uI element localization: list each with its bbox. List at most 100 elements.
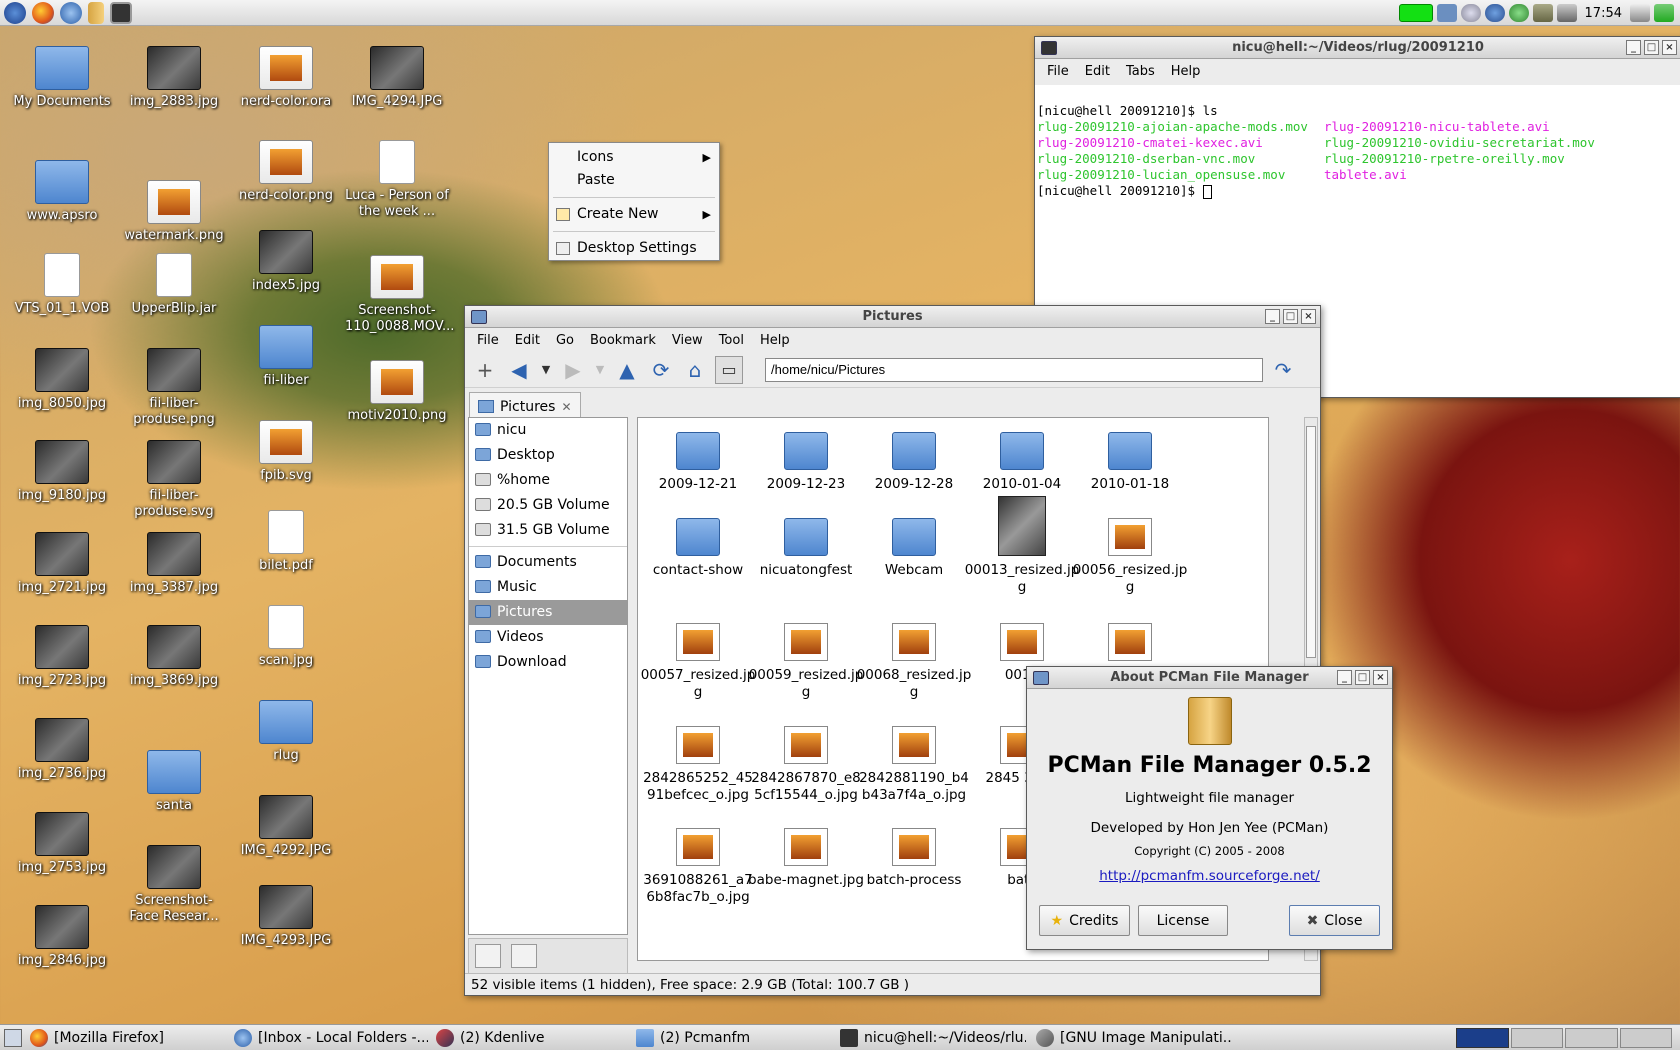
desktop-icon[interactable]: fii-liber-produse.svg bbox=[122, 440, 226, 520]
forward-icon[interactable]: ▶ bbox=[559, 356, 587, 384]
folder-item[interactable]: 2010-01-18 bbox=[1072, 432, 1188, 493]
menu-file[interactable]: File bbox=[1039, 64, 1077, 79]
file-item[interactable]: 00057_resized.jpg bbox=[640, 623, 756, 701]
file-item[interactable]: 00056_resized.jpg bbox=[1072, 518, 1188, 596]
folder-item[interactable]: contact-show bbox=[640, 518, 756, 579]
terminal-titlebar[interactable]: nicu@hell:~/Videos/rlug/20091210 _ □ × bbox=[1035, 37, 1680, 59]
chevron-down-icon[interactable]: ▼ bbox=[593, 356, 607, 384]
desktop-icon[interactable]: Luca - Person of the week ... bbox=[345, 140, 449, 220]
folder-item[interactable]: 2010-01-04 bbox=[964, 432, 1080, 493]
desktop-icon[interactable]: watermark.png bbox=[122, 180, 226, 244]
network-icon[interactable] bbox=[1436, 4, 1457, 22]
chat-icon[interactable] bbox=[1508, 4, 1529, 22]
display-icon[interactable] bbox=[1556, 4, 1577, 22]
maximize-button[interactable]: □ bbox=[1355, 670, 1370, 685]
website-link[interactable]: http://pcmanfm.sourceforge.net/ bbox=[1027, 868, 1392, 884]
maximize-button[interactable]: □ bbox=[1283, 309, 1298, 324]
desktop-icon[interactable]: UpperBlip.jar bbox=[122, 253, 226, 317]
desktop-icon[interactable]: My Documents bbox=[10, 46, 114, 110]
side-item-20-5-gb-volume[interactable]: 20.5 GB Volume bbox=[469, 493, 627, 518]
workspace-3[interactable] bbox=[1565, 1028, 1618, 1048]
menu-help[interactable]: Help bbox=[752, 333, 798, 348]
computer-icon[interactable]: ▭ bbox=[715, 355, 743, 384]
taskbar-task[interactable]: (2) Kdenlive bbox=[432, 1027, 622, 1049]
lock-icon[interactable] bbox=[1630, 4, 1650, 22]
side-item-download[interactable]: Download bbox=[469, 650, 627, 675]
menu-go[interactable]: Go bbox=[548, 333, 582, 348]
close-dialog-button[interactable]: ✖ Close bbox=[1289, 905, 1380, 936]
folder-item[interactable]: 2009-12-21 bbox=[640, 432, 756, 493]
file-item[interactable]: 00068_resized.jpg bbox=[856, 623, 972, 701]
desktop-icon[interactable]: IMG_4292.JPG bbox=[234, 795, 338, 859]
file-item[interactable]: 2842867870_e85cf15544_o.jpg bbox=[748, 726, 864, 804]
close-button[interactable]: × bbox=[1662, 40, 1677, 55]
file-item[interactable]: 3691088261_a76b8fac7b_o.jpg bbox=[640, 828, 756, 906]
desktop-icon[interactable]: fii-liber-produse.png bbox=[122, 348, 226, 428]
file-item[interactable]: babe-magnet.jpg bbox=[748, 828, 864, 889]
side-item-music[interactable]: Music bbox=[469, 575, 627, 600]
dir-tree-button[interactable] bbox=[511, 944, 537, 968]
menu-bookmark[interactable]: Bookmark bbox=[582, 333, 664, 348]
file-item[interactable] bbox=[1072, 623, 1188, 667]
minimize-button[interactable]: _ bbox=[1337, 670, 1352, 685]
update-icon[interactable] bbox=[1460, 4, 1481, 22]
file-manager-titlebar[interactable]: Pictures _ □ × bbox=[465, 306, 1320, 328]
desktop-icon[interactable]: nerd-color.ora bbox=[234, 46, 338, 110]
side-item--home[interactable]: %home bbox=[469, 468, 627, 493]
desktop-icon[interactable]: fii-liber bbox=[234, 325, 338, 389]
minimize-button[interactable]: _ bbox=[1265, 309, 1280, 324]
file-item[interactable]: 2842881190_b4b43a7f4a_o.jpg bbox=[856, 726, 972, 804]
menu-help[interactable]: Help bbox=[1163, 64, 1209, 79]
desktop-icon[interactable]: rlug bbox=[234, 700, 338, 764]
desktop-icon[interactable]: www.apsro bbox=[10, 160, 114, 224]
folder-item[interactable]: nicuatongfest bbox=[748, 518, 864, 579]
desktop-icon[interactable]: img_8050.jpg bbox=[10, 348, 114, 412]
new-tab-icon[interactable]: + bbox=[471, 356, 499, 384]
desktop-icon[interactable]: img_2721.jpg bbox=[10, 532, 114, 596]
close-button[interactable]: × bbox=[1373, 670, 1388, 685]
desktop-icon[interactable]: img_2846.jpg bbox=[10, 905, 114, 969]
terminal-icon[interactable] bbox=[110, 1, 132, 24]
side-item-documents[interactable]: Documents bbox=[469, 550, 627, 575]
desktop-icon[interactable]: fpib.svg bbox=[234, 420, 338, 484]
drop-icon[interactable] bbox=[1484, 4, 1505, 22]
desktop-icon[interactable]: motiv2010.png bbox=[345, 360, 449, 424]
desktop-icon[interactable]: img_2883.jpg bbox=[122, 46, 226, 110]
tools-icon[interactable] bbox=[1532, 4, 1553, 22]
desktop-icon[interactable]: nerd-color.png bbox=[234, 140, 338, 204]
desktop-icon[interactable]: IMG_4294.JPG bbox=[345, 46, 449, 110]
menu-view[interactable]: View bbox=[664, 333, 711, 348]
desktop-icon[interactable]: img_3387.jpg bbox=[122, 532, 226, 596]
about-titlebar[interactable]: About PCMan File Manager _ □ × bbox=[1027, 667, 1392, 689]
logout-icon[interactable] bbox=[1654, 4, 1674, 22]
menu-tabs[interactable]: Tabs bbox=[1118, 64, 1163, 79]
back-icon[interactable]: ◀ bbox=[505, 356, 533, 384]
credits-button[interactable]: ★ Credits bbox=[1039, 905, 1130, 936]
folder-item[interactable]: 2009-12-23 bbox=[748, 432, 864, 493]
desktop-icon[interactable]: scan.jpg bbox=[234, 605, 338, 669]
menu-item-create-new[interactable]: Create New ▶ bbox=[549, 203, 719, 226]
workspace-2[interactable] bbox=[1510, 1028, 1563, 1048]
taskbar-task[interactable]: [GNU Image Manipulati... bbox=[1032, 1027, 1232, 1049]
folder-item[interactable]: Webcam bbox=[856, 518, 972, 579]
address-input[interactable] bbox=[765, 357, 1263, 382]
taskbar-task[interactable]: [Inbox - Local Folders -... bbox=[230, 1027, 428, 1049]
cpu-monitor-icon[interactable] bbox=[1398, 4, 1433, 22]
menu-item-desktop-settings[interactable]: Desktop Settings bbox=[549, 237, 719, 260]
workspace-4[interactable] bbox=[1619, 1028, 1672, 1048]
menu-edit[interactable]: Edit bbox=[1077, 64, 1118, 79]
menu-item-paste[interactable]: Paste bbox=[549, 169, 719, 192]
places-view-button[interactable] bbox=[475, 944, 501, 968]
menu-item-icons[interactable]: Icons ▶ bbox=[549, 146, 719, 169]
desktop-icon[interactable]: img_2753.jpg bbox=[10, 812, 114, 876]
up-icon[interactable]: ▲ bbox=[613, 356, 641, 384]
folder-item[interactable]: 2009-12-28 bbox=[856, 432, 972, 493]
chevron-down-icon[interactable]: ▼ bbox=[539, 356, 553, 384]
desktop-icon[interactable]: VTS_01_1.VOB bbox=[10, 253, 114, 317]
refresh-icon[interactable]: ⟳ bbox=[647, 356, 675, 384]
desktop-icon[interactable]: Screenshot-Face Resear... bbox=[122, 845, 226, 925]
menu-file[interactable]: File bbox=[469, 333, 507, 348]
menu-edit[interactable]: Edit bbox=[507, 333, 548, 348]
show-desktop-icon[interactable] bbox=[4, 1029, 22, 1047]
license-button[interactable]: License bbox=[1138, 905, 1228, 936]
